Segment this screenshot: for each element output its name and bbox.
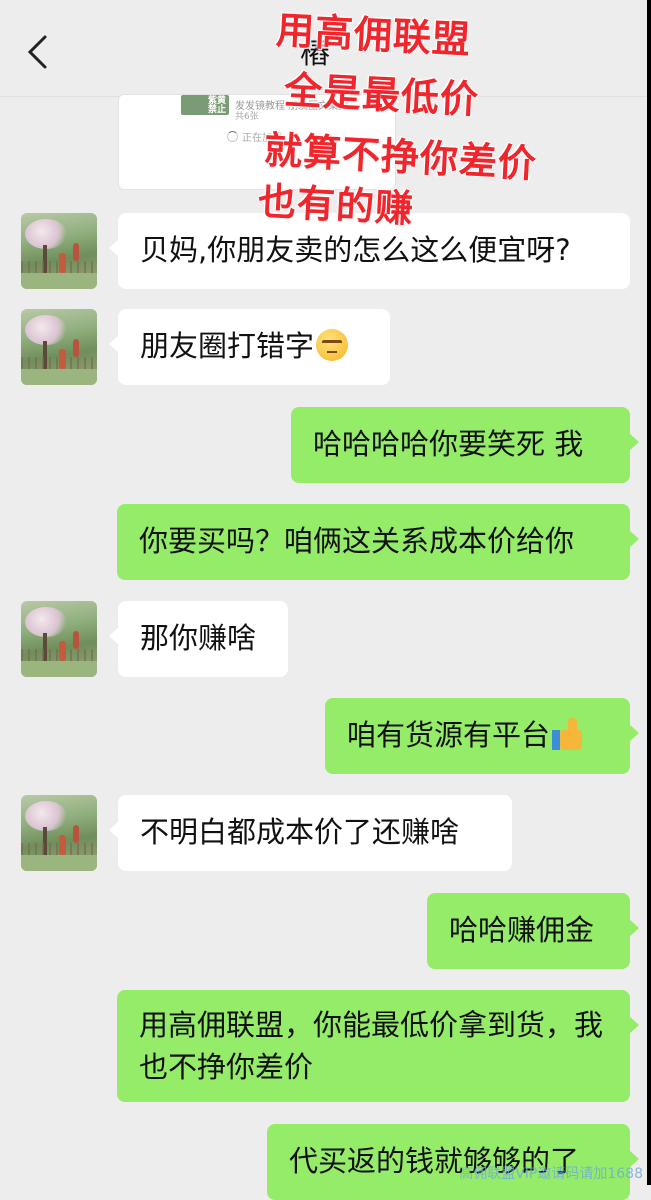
spinner-icon [227, 131, 238, 142]
thumbs-up-icon [552, 718, 586, 750]
message-bubble-sent[interactable]: 代买返的钱就够够的了 [267, 1124, 639, 1200]
message-text: 你要买吗？咱俩这关系成本价给你 [139, 524, 575, 558]
contact-avatar[interactable] [21, 601, 97, 677]
message-text: 用高佣联盟，你能最低价拿到货，我也不挣你差价 [139, 1008, 604, 1084]
shared-image-count: 共6张 [235, 112, 259, 122]
thumbnail-label: 紫黄禁止 [207, 96, 226, 115]
message-bubble-received[interactable]: 朋友圈打错字 [109, 309, 390, 385]
promo-overlay-line-4: 也有的赚 [256, 178, 416, 232]
message-bubble-received[interactable]: 那你赚啥 [109, 601, 288, 677]
message-bubble-sent[interactable]: 哈哈哈哈你要笑死 我 [291, 407, 639, 483]
back-button[interactable] [22, 32, 52, 72]
message-bubble-sent[interactable]: 哈哈赚佣金 [427, 893, 639, 969]
message-text: 哈哈哈哈你要笑死 我 [313, 427, 584, 461]
message-bubble-sent[interactable]: 用高佣联盟，你能最低价拿到货，我也不挣你差价 [117, 990, 639, 1102]
contact-avatar[interactable] [21, 213, 97, 289]
message-bubble-sent[interactable]: 咱有货源有平台 [325, 698, 639, 774]
message-text: 那你赚啥 [140, 621, 257, 655]
message-text: 哈哈赚佣金 [449, 913, 595, 947]
contact-avatar[interactable] [21, 309, 97, 385]
message-bubble-sent[interactable]: 你要买吗？咱俩这关系成本价给你 [117, 504, 639, 580]
message-text: 贝妈,你朋友卖的怎么这么便宜呀? [140, 233, 571, 267]
message-text: 咱有货源有平台 [347, 718, 551, 752]
message-bubble-received[interactable]: 不明白都成本价了还赚啥 [109, 795, 512, 871]
watermark-text: 高佣联盟VIP邀请码请加1688 [459, 1166, 643, 1182]
shared-image-thumbnail: 紫黄禁止 [181, 95, 229, 115]
chevron-left-icon [27, 35, 47, 69]
message-text: 朋友圈打错字 [140, 329, 315, 363]
unamused-face-icon [316, 329, 349, 361]
contact-avatar[interactable] [21, 795, 97, 871]
message-text: 不明白都成本价了还赚啥 [140, 815, 460, 849]
chat-screen: 樁 紫黄禁止 发发镜教程 朋友圈文案图 共6张 正在加载 贝妈,你朋友卖的怎么这… [0, 0, 651, 1200]
